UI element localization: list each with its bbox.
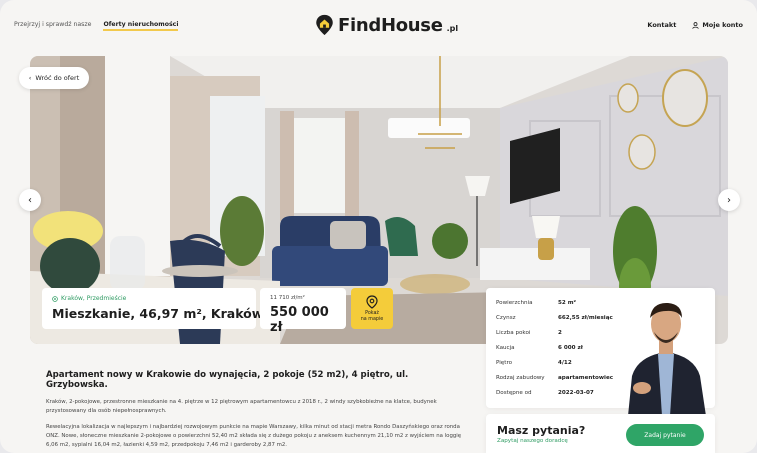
back-to-offers-button[interactable]: ‹ Wróć do ofert [19,67,89,89]
description-paragraph: Rewelacyjna lokalizacja w najlepszym i n… [46,424,462,448]
header: Przejrzyj i sprawdź nasze Oferty nieruch… [0,0,757,52]
detail-value: 4/12 [558,360,572,366]
nav-contact-link[interactable]: Kontakt [647,21,676,29]
price: 550 000 zł [270,305,329,335]
back-label: Wróć do ofert [35,74,80,82]
detail-label: Liczba pokoi [496,330,531,336]
nav-left: Przejrzyj i sprawdź nasze Oferty nieruch… [14,21,179,31]
page-frame: Przejrzyj i sprawdź nasze Oferty nieruch… [0,0,757,453]
ask-question-button[interactable]: Zadaj pytanie [626,424,704,446]
chevron-right-icon: › [727,194,731,206]
logo-tld: .pl [446,23,459,33]
detail-label: Kaucja [496,345,515,351]
nav-offers-link[interactable]: Oferty nieruchomości [103,21,179,31]
detail-value: 6 000 zł [558,345,583,351]
questions-card: Masz pytania? Zapytaj naszego doradcę Za… [486,414,715,453]
detail-value: 52 m² [558,300,577,306]
ask-advisor-link[interactable]: Zapytaj naszego doradcę [497,438,568,444]
listing-title-card: Kraków, Przedmieście Mieszkanie, 46,97 m… [42,288,264,329]
detail-label: Powierzchnia [496,300,533,306]
location-label: Kraków, Przedmieście [61,295,127,302]
agent-photo [628,302,706,416]
house-pin-icon [316,14,333,36]
description-paragraph: Kraków, 2-pokojowe, przestronne mieszkan… [46,399,437,414]
description-heading: Apartament nowy w Krakowie do wynajęcia,… [46,370,409,390]
nav-right: Kontakt Moje konto [647,21,743,29]
listing-title: Mieszkanie, 46,97 m², Kraków [52,306,264,321]
map-label-line2: na mapie [360,316,384,322]
account-label: Moje konto [702,21,743,29]
chevron-left-icon: ‹ [28,194,32,206]
logo-text: FindHouse [338,14,443,36]
questions-title: Masz pytania? [497,424,586,437]
detail-value: 2 [558,330,562,336]
account-link[interactable]: Moje konto [692,21,743,29]
price-card: 11 710 zł/m² 550 000 zł [260,288,346,335]
show-on-map-button[interactable]: Pokaż na mapie [351,288,393,329]
location: Kraków, Przedmieście [52,295,246,302]
detail-value: 662,55 zł/miesiąc [558,315,613,321]
next-photo-button[interactable]: › [718,189,740,211]
map-pin-icon [366,295,378,309]
detail-label: Rodzaj zabudowy [496,375,545,381]
location-pin-icon [52,295,58,302]
user-icon [692,21,700,29]
chevron-left-icon: ‹ [28,74,32,82]
nav-browse-link[interactable]: Przejrzyj i sprawdź nasze [14,21,91,31]
detail-value: 2022-03-07 [558,390,594,396]
price-per-m2: 11 710 zł/m² [270,295,305,301]
detail-label: Czynsz [496,315,516,321]
prev-photo-button[interactable]: ‹ [19,189,41,211]
logo[interactable]: FindHouse .pl [315,14,458,36]
listing-description: Apartament nowy w Krakowie do wynajęcia,… [46,370,466,449]
detail-label: Piętro [496,360,513,366]
detail-label: Dostępne od [496,390,532,396]
detail-value: apartamentowiec [558,375,614,381]
